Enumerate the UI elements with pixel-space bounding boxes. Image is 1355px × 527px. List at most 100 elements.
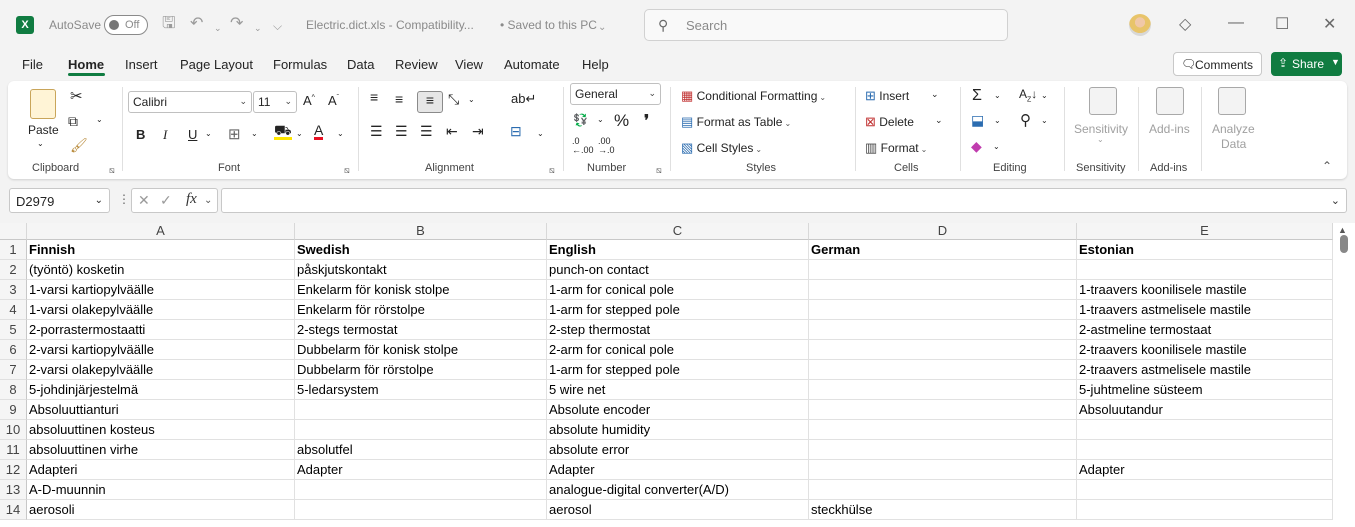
table-cell[interactable] — [295, 480, 547, 500]
tab-view[interactable]: View — [455, 57, 483, 72]
table-cell[interactable]: Absoluuttianturi — [27, 400, 295, 420]
table-cell[interactable]: (työntö) kosketin — [27, 260, 295, 280]
wrap-text-icon[interactable]: ab↵ — [511, 91, 536, 107]
paste-label[interactable]: Paste — [28, 123, 59, 137]
increase-font-icon[interactable]: A^ — [303, 93, 315, 108]
vertical-scrollbar[interactable]: ▲ — [1333, 223, 1355, 527]
table-cell[interactable]: Adapter — [295, 460, 547, 480]
copy-dropdown-icon[interactable]: ⌄ — [96, 115, 103, 124]
search-box[interactable]: ⚲ Search — [644, 9, 1008, 41]
table-cell[interactable]: Adapteri — [27, 460, 295, 480]
table-cell[interactable]: 5 wire net — [547, 380, 809, 400]
table-cell[interactable]: aerosoli — [27, 500, 295, 520]
font-color-dropdown-icon[interactable]: ⌄ — [337, 129, 344, 138]
row-header[interactable]: 3 — [0, 280, 27, 300]
tab-home[interactable]: Home — [68, 57, 104, 72]
cell-styles-button[interactable]: ▧ Cell Styles ⌄ — [681, 140, 762, 156]
table-cell[interactable] — [295, 500, 547, 520]
sensitivity-dropdown-icon[interactable]: ⌄ — [1097, 135, 1104, 144]
sensitivity-button-label[interactable]: Sensitivity — [1074, 122, 1128, 136]
table-cell[interactable]: punch-on contact — [547, 260, 809, 280]
align-middle-icon[interactable]: ≡ — [395, 91, 403, 107]
italic-icon[interactable]: I — [163, 127, 167, 143]
tab-formulas[interactable]: Formulas — [273, 57, 327, 72]
conditional-formatting-button[interactable]: ▦ Conditional Formatting ⌄ — [681, 88, 826, 104]
tab-insert[interactable]: Insert — [125, 57, 158, 72]
currency-dropdown-icon[interactable]: ⌄ — [597, 115, 604, 124]
table-cell[interactable]: German — [809, 240, 1077, 260]
table-cell[interactable] — [809, 460, 1077, 480]
table-cell[interactable] — [809, 480, 1077, 500]
underline-dropdown-icon[interactable]: ⌄ — [205, 129, 212, 138]
redo-dropdown-icon[interactable]: ⌄ — [254, 18, 262, 38]
clear-icon[interactable]: ◆ — [971, 138, 982, 155]
table-cell[interactable]: Finnish — [27, 240, 295, 260]
delete-dropdown-icon[interactable]: ⌄ — [935, 115, 943, 126]
table-cell[interactable]: Estonian — [1077, 240, 1333, 260]
row-header[interactable]: 4 — [0, 300, 27, 320]
table-cell[interactable] — [809, 340, 1077, 360]
table-cell[interactable]: Swedish — [295, 240, 547, 260]
table-cell[interactable]: 2-arm for conical pole — [547, 340, 809, 360]
table-cell[interactable] — [809, 380, 1077, 400]
fill-icon[interactable]: ⬓ — [971, 112, 984, 129]
table-cell[interactable]: Adapter — [1077, 460, 1333, 480]
table-cell[interactable] — [809, 280, 1077, 300]
table-cell[interactable]: absolutfel — [295, 440, 547, 460]
format-as-table-button[interactable]: ▤ Format as Table ⌄ — [681, 114, 791, 130]
insert-cells-button[interactable]: ⊞ Insert — [865, 88, 909, 104]
table-cell[interactable]: 1-arm for stepped pole — [547, 360, 809, 380]
tab-page-layout[interactable]: Page Layout — [180, 57, 253, 72]
copy-icon[interactable]: ⧉ — [68, 113, 78, 130]
font-name-select[interactable]: Calibri ⌄ — [128, 91, 252, 113]
row-header[interactable]: 11 — [0, 440, 27, 460]
delete-cells-button[interactable]: ⊠ Delete — [865, 114, 914, 130]
table-cell[interactable]: 1-arm for stepped pole — [547, 300, 809, 320]
expand-formula-icon[interactable]: ⌄ — [1331, 194, 1340, 207]
font-size-select[interactable]: 11 ⌄ — [253, 91, 297, 113]
table-cell[interactable]: aerosol — [547, 500, 809, 520]
undo-icon[interactable]: ↶ — [190, 14, 203, 34]
comma-style-icon[interactable]: ❜ — [644, 111, 649, 131]
column-header-c[interactable]: C — [547, 223, 809, 240]
table-cell[interactable]: Enkelarm för rörstolpe — [295, 300, 547, 320]
table-cell[interactable]: 1-varsi kartiopylväälle — [27, 280, 295, 300]
align-right-icon[interactable]: ☰ — [420, 123, 433, 140]
table-cell[interactable]: A-D-muunnin — [27, 480, 295, 500]
font-launcher-icon[interactable]: ⧅ — [344, 165, 350, 176]
sort-filter-icon[interactable]: AZ↓ — [1019, 87, 1037, 103]
table-cell[interactable]: analogue-digital converter(A/D) — [547, 480, 809, 500]
maximize-icon[interactable]: ☐ — [1275, 14, 1289, 34]
autosum-dropdown-icon[interactable]: ⌄ — [994, 91, 1001, 100]
table-cell[interactable]: absoluuttinen virhe — [27, 440, 295, 460]
sort-dropdown-icon[interactable]: ⌄ — [1041, 91, 1048, 100]
align-bottom-icon[interactable]: ≡ — [417, 91, 443, 113]
table-cell[interactable] — [1077, 480, 1333, 500]
column-header-d[interactable]: D — [809, 223, 1077, 240]
bold-icon[interactable]: B — [136, 127, 145, 142]
save-status[interactable]: • Saved to this PC — [500, 18, 597, 32]
table-cell[interactable]: 2-step thermostat — [547, 320, 809, 340]
row-header[interactable]: 5 — [0, 320, 27, 340]
table-cell[interactable]: Dubbelarm för rörstolpe — [295, 360, 547, 380]
align-center-icon[interactable]: ☰ — [395, 123, 408, 140]
table-cell[interactable] — [809, 400, 1077, 420]
align-top-icon[interactable]: ≡ — [370, 89, 378, 105]
autosave-toggle[interactable]: Off — [104, 15, 148, 35]
table-cell[interactable]: 2-astmeline termostaat — [1077, 320, 1333, 340]
table-cell[interactable]: Absolute encoder — [547, 400, 809, 420]
table-cell[interactable]: 1-traavers koonilisele mastile — [1077, 280, 1333, 300]
sensitivity-icon[interactable] — [1089, 87, 1117, 115]
table-cell[interactable]: Absoluutandur — [1077, 400, 1333, 420]
fill-dropdown-icon[interactable]: ⌄ — [296, 129, 303, 138]
select-all-corner[interactable] — [0, 223, 27, 240]
percent-icon[interactable]: % — [614, 111, 629, 131]
close-icon[interactable]: ✕ — [1323, 14, 1336, 34]
cut-icon[interactable]: ✂ — [70, 87, 83, 105]
table-cell[interactable] — [809, 300, 1077, 320]
merge-dropdown-icon[interactable]: ⌄ — [537, 129, 544, 138]
insert-function-icon[interactable]: fx — [186, 191, 197, 208]
table-cell[interactable]: Dubbelarm för konisk stolpe — [295, 340, 547, 360]
table-cell[interactable]: 2-traavers astmelisele mastile — [1077, 360, 1333, 380]
formula-bar-grip-icon[interactable]: ⋮ — [118, 192, 130, 206]
